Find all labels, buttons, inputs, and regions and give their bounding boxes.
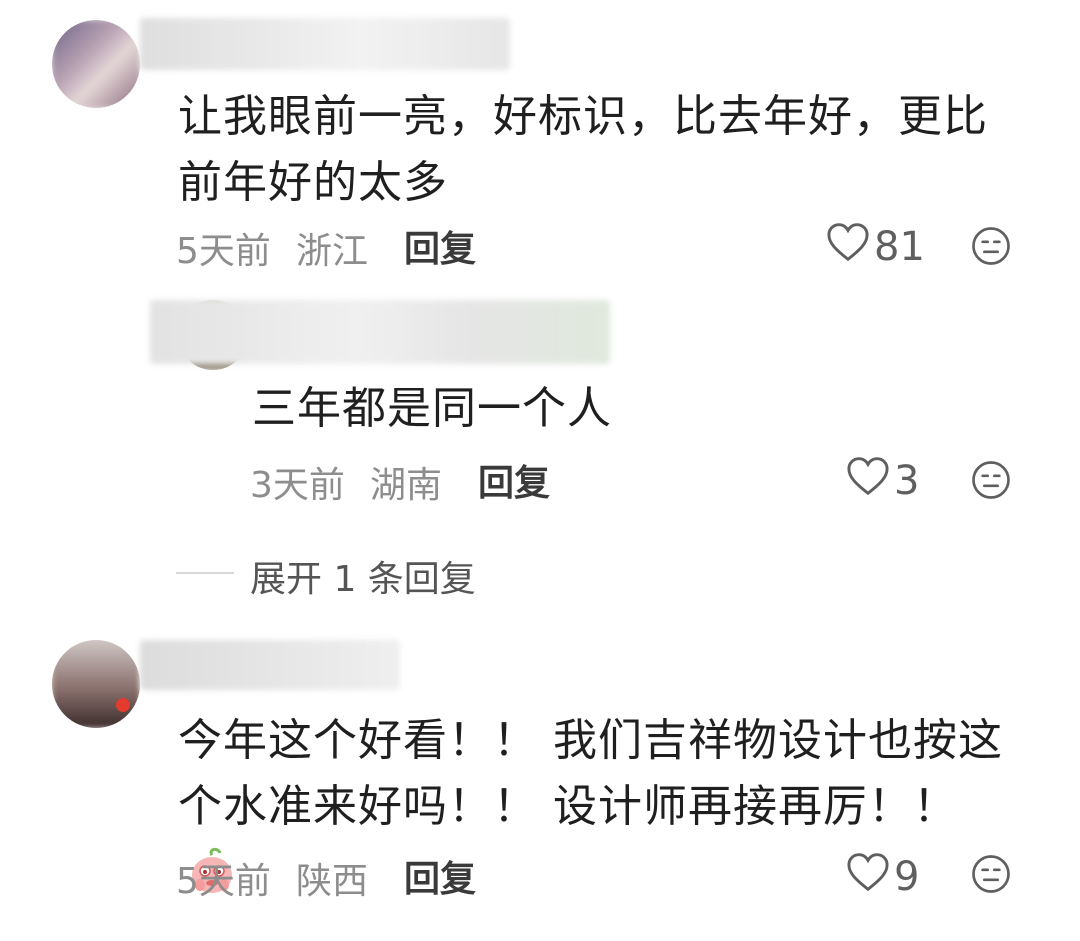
reply-button[interactable]: 回复 (404, 220, 476, 272)
comment-location: 陕西 (296, 861, 369, 902)
comment-time: 5天前 (176, 861, 271, 902)
like-count: 3 (894, 458, 920, 504)
comment-text: 三年都是同一个人 (252, 383, 612, 434)
like-button[interactable]: 9 (846, 852, 919, 902)
dislike-button[interactable] (970, 225, 1012, 267)
comment-time: 3天前 (250, 465, 345, 506)
heart-icon (846, 852, 890, 902)
expand-replies-button[interactable]: 展开 1 条回复 (250, 550, 476, 602)
avatar[interactable] (52, 20, 140, 108)
avatar[interactable] (52, 640, 140, 728)
like-button[interactable]: 81 (826, 222, 925, 272)
comment-location: 湖南 (370, 465, 443, 506)
reply-button[interactable]: 回复 (404, 850, 476, 902)
heart-icon (846, 456, 890, 506)
reply-button[interactable]: 回复 (478, 454, 550, 506)
dislike-button[interactable] (970, 459, 1012, 501)
like-count: 9 (894, 854, 920, 900)
dislike-face-icon (972, 855, 1010, 893)
comment-location: 浙江 (296, 231, 369, 272)
comment-text: 让我眼前一亮，好标识，比去年好，更比前年好的太多 (178, 91, 988, 208)
username-blurred[interactable] (140, 18, 510, 70)
like-button[interactable]: 3 (846, 456, 919, 506)
username-blurred[interactable] (150, 300, 610, 364)
dislike-face-icon (972, 227, 1010, 265)
comment-time: 5天前 (176, 231, 271, 272)
heart-icon (826, 222, 870, 272)
dislike-button[interactable] (970, 853, 1012, 895)
username-blurred[interactable] (140, 640, 400, 690)
dislike-face-icon (972, 461, 1010, 499)
expand-divider (176, 572, 234, 574)
like-count: 81 (874, 224, 925, 270)
